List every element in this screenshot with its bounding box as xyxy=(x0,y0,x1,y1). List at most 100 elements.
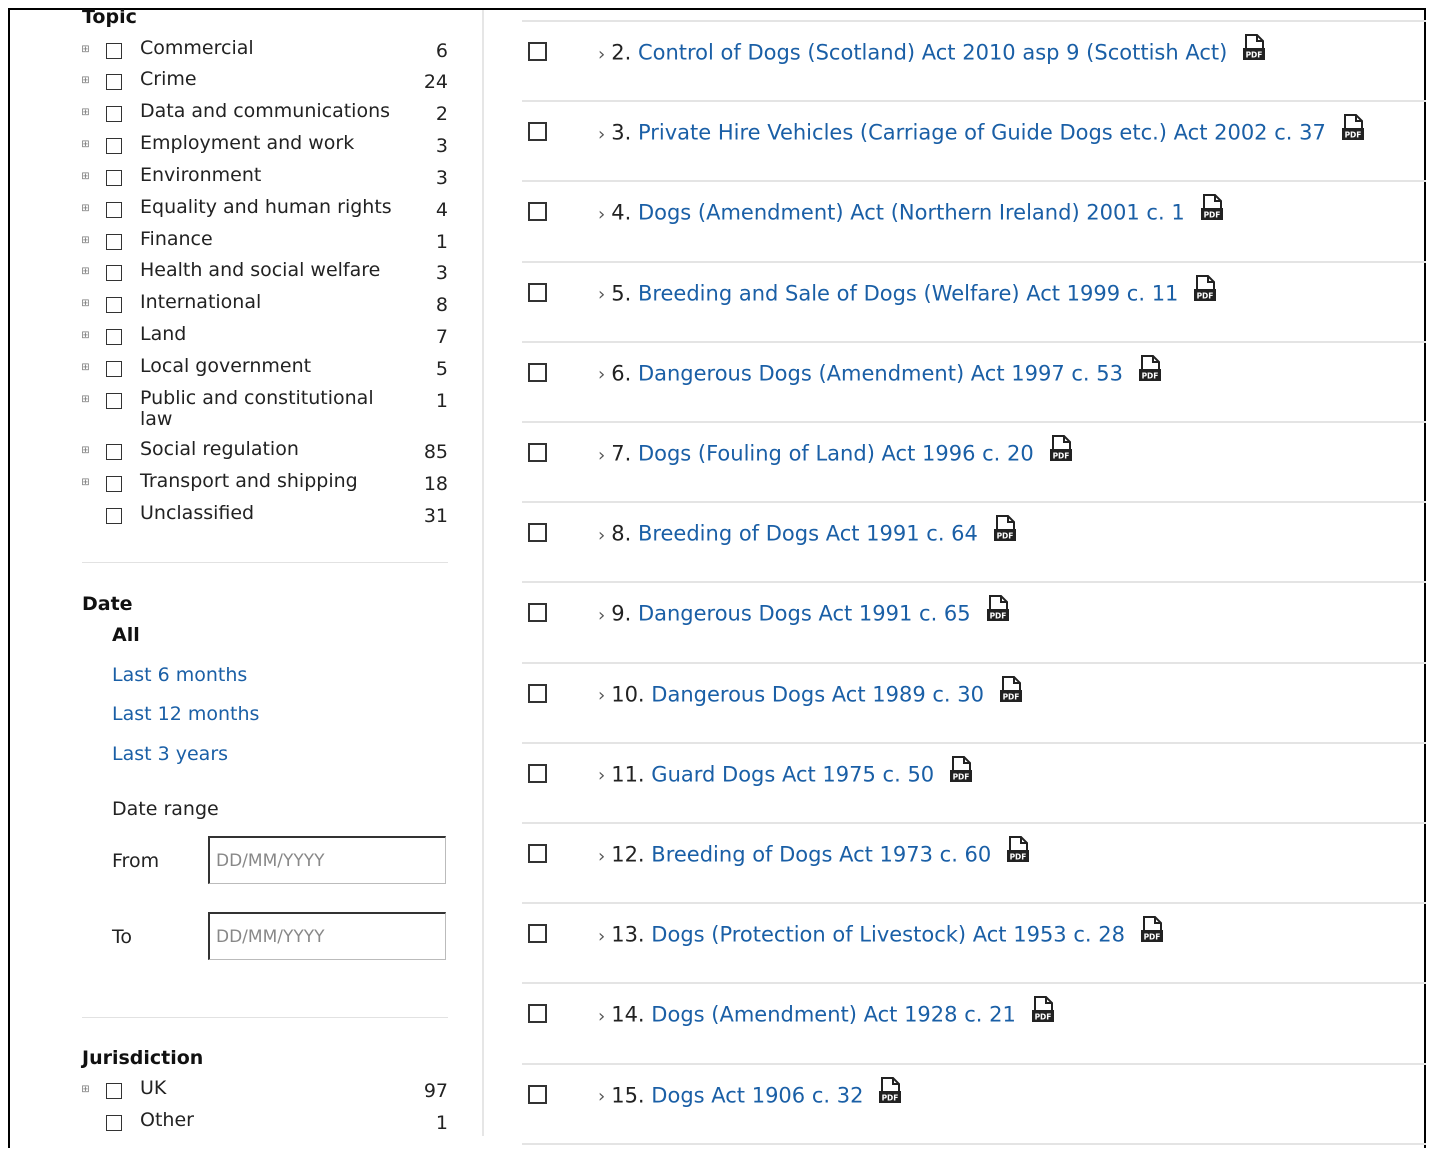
result-checkbox[interactable] xyxy=(528,443,547,462)
topic-checkbox[interactable] xyxy=(106,297,122,313)
topic-filter-row[interactable]: ⊞ International 8 xyxy=(80,290,450,320)
result-checkbox[interactable] xyxy=(528,42,547,61)
topic-filter-row[interactable]: ⊞ Employment and work 3 xyxy=(80,131,450,161)
date-from-input[interactable] xyxy=(208,836,446,884)
topic-checkbox[interactable] xyxy=(106,393,122,409)
pdf-icon[interactable]: PDF xyxy=(1241,34,1267,67)
pdf-icon[interactable]: PDF xyxy=(1005,836,1031,869)
chevron-right-icon[interactable]: › xyxy=(598,44,605,65)
expand-icon[interactable]: ⊞ xyxy=(80,330,91,341)
pdf-icon[interactable]: PDF xyxy=(998,675,1024,709)
result-title-link[interactable]: Breeding of Dogs Act 1973 c. 60 xyxy=(651,843,991,867)
result-title-link[interactable]: Dogs (Amendment) Act (Northern Ireland) … xyxy=(638,201,1185,225)
chevron-right-icon[interactable]: › xyxy=(598,445,605,466)
expand-icon[interactable]: ⊞ xyxy=(80,75,91,86)
result-checkbox[interactable] xyxy=(528,1084,547,1104)
result-title-link[interactable]: Control of Dogs (Scotland) Act 2010 asp … xyxy=(638,41,1227,65)
topic-checkbox[interactable] xyxy=(106,202,122,218)
topic-filter-row[interactable]: ⊞ Crime 24 xyxy=(80,67,450,97)
topic-filter-row[interactable]: ⊞ Finance 1 xyxy=(80,227,450,257)
chevron-right-icon[interactable]: › xyxy=(598,124,605,145)
pdf-icon[interactable]: PDF xyxy=(992,515,1018,548)
expand-icon[interactable]: ⊞ xyxy=(80,171,91,182)
result-checkbox[interactable] xyxy=(528,523,547,543)
result-title-link[interactable]: Dangerous Dogs (Amendment) Act 1997 c. 5… xyxy=(638,361,1123,385)
expand-icon[interactable]: ⊞ xyxy=(80,107,91,118)
topic-filter-row[interactable]: ⊞ Local government 5 xyxy=(80,354,450,384)
expand-icon[interactable]: ⊞ xyxy=(80,445,91,456)
chevron-right-icon[interactable]: › xyxy=(598,204,605,225)
topic-checkbox[interactable] xyxy=(106,74,122,90)
expand-icon[interactable]: ⊞ xyxy=(80,362,91,373)
expand-icon[interactable]: ⊞ xyxy=(80,477,91,488)
result-checkbox[interactable] xyxy=(528,362,547,382)
pdf-icon[interactable]: PDF xyxy=(1137,354,1163,388)
jurisdiction-checkbox[interactable] xyxy=(106,1083,122,1099)
topic-filter-row[interactable]: ⊞ Data and communications 2 xyxy=(80,99,450,129)
topic-checkbox[interactable] xyxy=(106,444,122,460)
pdf-icon[interactable]: PDF xyxy=(877,1076,903,1110)
jurisdiction-filter-row[interactable]: Other 1 xyxy=(80,1108,450,1138)
result-checkbox[interactable] xyxy=(528,1004,547,1024)
expand-icon[interactable]: ⊞ xyxy=(80,298,91,309)
chevron-right-icon[interactable]: › xyxy=(598,364,605,385)
topic-filter-row[interactable]: ⊞ Land 7 xyxy=(80,322,450,352)
date-link-last-3-years[interactable]: Last 3 years xyxy=(112,743,228,765)
date-link-last-12-months[interactable]: Last 12 months xyxy=(112,703,259,725)
expand-icon[interactable]: ⊞ xyxy=(80,394,91,405)
result-title-link[interactable]: Guard Dogs Act 1975 c. 50 xyxy=(651,762,934,786)
result-checkbox[interactable] xyxy=(528,683,547,703)
pdf-icon[interactable]: PDF xyxy=(1048,435,1074,468)
pdf-icon[interactable]: PDF xyxy=(948,755,974,789)
expand-icon[interactable]: ⊞ xyxy=(80,203,91,214)
topic-filter-row[interactable]: ⊞ Transport and shipping 18 xyxy=(80,469,450,499)
result-title-link[interactable]: Dogs (Protection of Livestock) Act 1953 … xyxy=(651,923,1125,947)
topic-filter-row[interactable]: ⊞ Environment 3 xyxy=(80,163,450,193)
topic-checkbox[interactable] xyxy=(106,265,122,281)
pdf-icon[interactable]: PDF xyxy=(1030,996,1056,1029)
chevron-right-icon[interactable]: › xyxy=(598,525,605,546)
expand-icon[interactable]: ⊞ xyxy=(80,266,91,277)
topic-checkbox[interactable] xyxy=(106,361,122,377)
topic-checkbox[interactable] xyxy=(106,106,122,122)
chevron-right-icon[interactable]: › xyxy=(598,284,605,305)
jurisdiction-filter-row[interactable]: ⊞ UK 97 xyxy=(80,1076,450,1106)
result-checkbox[interactable] xyxy=(528,603,547,623)
topic-filter-row[interactable]: ⊞ Social regulation 85 xyxy=(80,437,450,467)
result-checkbox[interactable] xyxy=(528,763,547,783)
chevron-right-icon[interactable]: › xyxy=(598,605,605,626)
topic-filter-row[interactable]: ⊞ Public and constitutional law 1 xyxy=(80,386,450,430)
topic-checkbox[interactable] xyxy=(106,476,122,492)
date-link-last-6-months[interactable]: Last 6 months xyxy=(112,664,247,686)
expand-icon[interactable]: ⊞ xyxy=(80,44,91,55)
chevron-right-icon[interactable]: › xyxy=(598,1006,605,1027)
chevron-right-icon[interactable]: › xyxy=(598,1086,605,1107)
result-title-link[interactable]: Dogs Act 1906 c. 32 xyxy=(651,1083,863,1107)
result-checkbox[interactable] xyxy=(528,844,547,863)
pdf-icon[interactable]: PDF xyxy=(1199,194,1225,227)
date-to-input[interactable] xyxy=(208,912,446,960)
topic-checkbox[interactable] xyxy=(106,138,122,154)
jurisdiction-checkbox[interactable] xyxy=(106,1115,122,1131)
pdf-icon[interactable]: PDF xyxy=(1192,274,1218,308)
topic-checkbox[interactable] xyxy=(106,234,122,250)
topic-checkbox[interactable] xyxy=(106,329,122,345)
topic-filter-row[interactable]: Unclassified 31 xyxy=(80,501,450,531)
expand-icon[interactable]: ⊞ xyxy=(80,235,91,246)
topic-checkbox[interactable] xyxy=(106,508,122,524)
chevron-right-icon[interactable]: › xyxy=(598,685,605,706)
topic-checkbox[interactable] xyxy=(106,43,122,59)
result-title-link[interactable]: Dogs (Amendment) Act 1928 c. 21 xyxy=(651,1003,1016,1027)
pdf-icon[interactable]: PDF xyxy=(1340,114,1366,147)
topic-checkbox[interactable] xyxy=(106,170,122,186)
pdf-icon[interactable]: PDF xyxy=(985,595,1011,628)
chevron-right-icon[interactable]: › xyxy=(598,846,605,867)
chevron-right-icon[interactable]: › xyxy=(598,765,605,786)
result-checkbox[interactable] xyxy=(528,202,547,222)
expand-icon[interactable]: ⊞ xyxy=(80,1084,91,1095)
topic-filter-row[interactable]: ⊞ Health and social welfare 3 xyxy=(80,258,450,288)
expand-icon[interactable]: ⊞ xyxy=(80,139,91,150)
result-title-link[interactable]: Dogs (Fouling of Land) Act 1996 c. 20 xyxy=(638,442,1034,466)
result-title-link[interactable]: Dangerous Dogs Act 1991 c. 65 xyxy=(638,602,971,626)
result-checkbox[interactable] xyxy=(528,924,547,944)
